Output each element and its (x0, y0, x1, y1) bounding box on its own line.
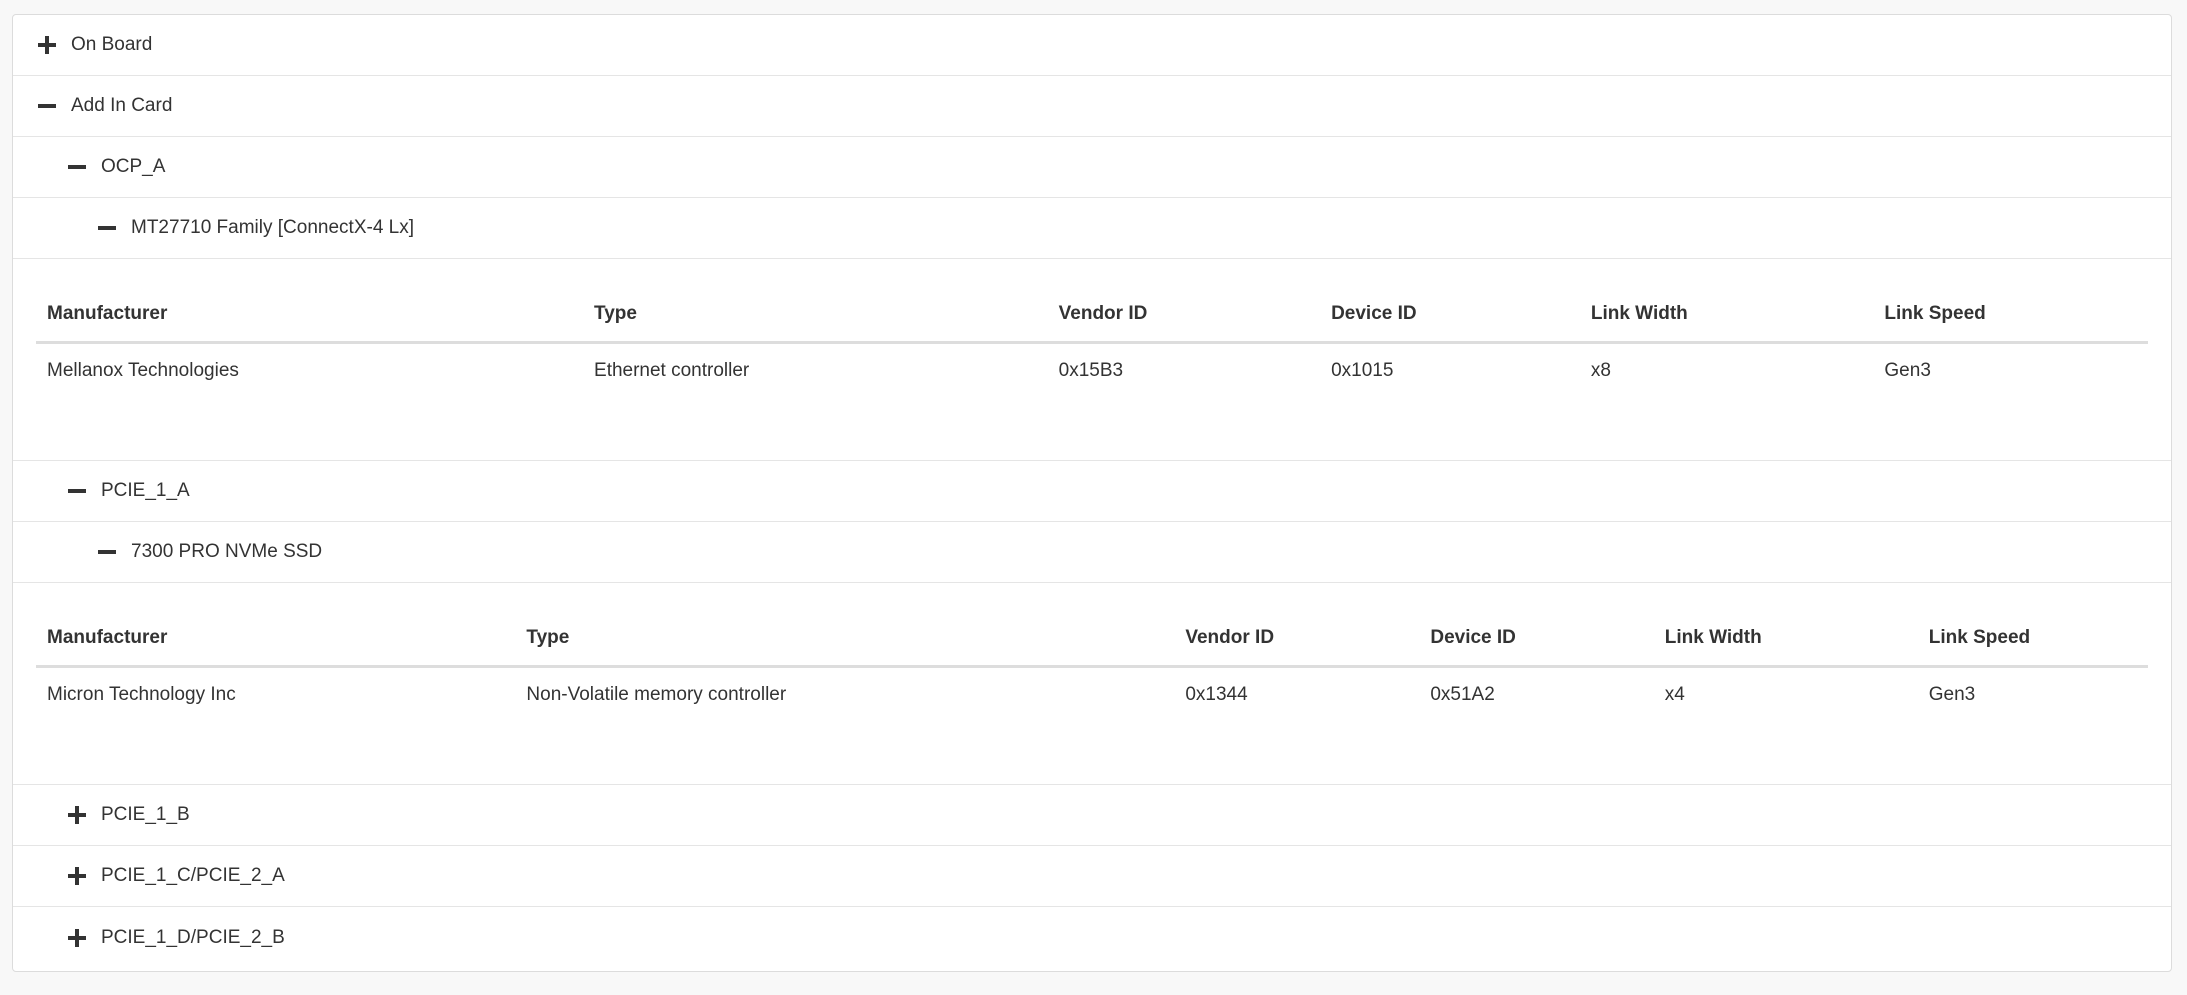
tree-node-pcie-1-a-device[interactable]: 7300 PRO NVMe SSD (13, 522, 2171, 583)
tree-node-label: OCP_A (101, 156, 166, 177)
tree-node-label: PCIE_1_B (101, 804, 190, 825)
collapse-minus-icon[interactable] (66, 480, 88, 502)
expand-plus-icon[interactable] (66, 927, 88, 949)
table-row: Micron Technology Inc Non-Volatile memor… (36, 667, 2148, 721)
column-header-manufacturer: Manufacturer (36, 611, 516, 668)
expand-plus-icon[interactable] (66, 865, 88, 887)
cell-manufacturer: Mellanox Technologies (47, 360, 239, 381)
column-header-device-id: Device ID (1320, 287, 1580, 344)
column-header-link-width: Link Width (1579, 287, 1874, 344)
column-header-link-speed: Link Speed (1873, 287, 2148, 344)
tree-node-pcie-1-d[interactable]: PCIE_1_D/PCIE_2_B (13, 907, 2171, 968)
tree-node-ocp-a-device[interactable]: MT27710 Family [ConnectX-4 Lx] (13, 198, 2171, 259)
tree-node-on-board[interactable]: On Board (13, 15, 2171, 76)
collapse-minus-icon[interactable] (96, 217, 118, 239)
column-header-device-id: Device ID (1419, 611, 1654, 668)
cell-link-speed: Gen3 (1928, 684, 1976, 705)
table-row: Mellanox Technologies Ethernet controlle… (36, 343, 2148, 397)
cell-type: Ethernet controller (594, 360, 750, 381)
tree-node-label: On Board (71, 34, 153, 55)
collapse-minus-icon[interactable] (36, 95, 58, 117)
cell-device-id: 0x1015 (1331, 360, 1394, 381)
device-details-pcie-1-a: Manufacturer Type Vendor ID Device ID Li… (13, 583, 2171, 785)
cell-vendor-id: 0x1344 (1185, 684, 1248, 705)
device-details-table: Manufacturer Type Vendor ID Device ID Li… (36, 611, 2148, 720)
column-header-link-speed: Link Speed (1917, 611, 2148, 668)
cell-manufacturer: Micron Technology Inc (47, 684, 236, 705)
cell-type: Non-Volatile memory controller (526, 684, 787, 705)
cell-device-id: 0x51A2 (1430, 684, 1495, 705)
device-details-ocp-a: Manufacturer Type Vendor ID Device ID Li… (13, 259, 2171, 461)
cell-link-width: x8 (1590, 360, 1611, 381)
column-header-manufacturer: Manufacturer (36, 287, 584, 344)
expand-plus-icon[interactable] (66, 804, 88, 826)
tree-node-add-in-card[interactable]: Add In Card (13, 76, 2171, 137)
tree-node-label: Add In Card (71, 95, 173, 116)
tree-node-label: 7300 PRO NVMe SSD (131, 541, 323, 562)
column-header-link-width: Link Width (1653, 611, 1918, 668)
device-details-table: Manufacturer Type Vendor ID Device ID Li… (36, 287, 2148, 396)
tree-node-label: PCIE_1_D/PCIE_2_B (101, 926, 285, 948)
column-header-type: Type (583, 287, 1048, 344)
tree-node-pcie-1-b[interactable]: PCIE_1_B (13, 785, 2171, 846)
collapse-minus-icon[interactable] (96, 541, 118, 563)
expand-plus-icon[interactable] (36, 34, 58, 56)
cell-vendor-id: 0x15B3 (1058, 360, 1124, 381)
tree-node-label: MT27710 Family [ConnectX-4 Lx] (131, 217, 415, 238)
tree-node-label: PCIE_1_C/PCIE_2_A (101, 865, 285, 886)
column-header-type: Type (515, 611, 1175, 668)
tree-node-label: PCIE_1_A (101, 480, 190, 501)
table-header-row: Manufacturer Type Vendor ID Device ID Li… (36, 611, 2148, 668)
column-header-vendor-id: Vendor ID (1174, 611, 1420, 668)
column-header-vendor-id: Vendor ID (1047, 287, 1321, 344)
tree-node-ocp-a[interactable]: OCP_A (13, 137, 2171, 198)
collapse-minus-icon[interactable] (66, 156, 88, 178)
table-header-row: Manufacturer Type Vendor ID Device ID Li… (36, 287, 2148, 344)
tree-node-pcie-1-c[interactable]: PCIE_1_C/PCIE_2_A (13, 846, 2171, 907)
add-in-card-tree-panel: On Board Add In Card OCP_A MT27710 Famil… (12, 14, 2172, 972)
tree-node-pcie-1-a[interactable]: PCIE_1_A (13, 461, 2171, 522)
cell-link-speed: Gen3 (1884, 360, 1931, 381)
cell-link-width: x4 (1664, 684, 1685, 705)
